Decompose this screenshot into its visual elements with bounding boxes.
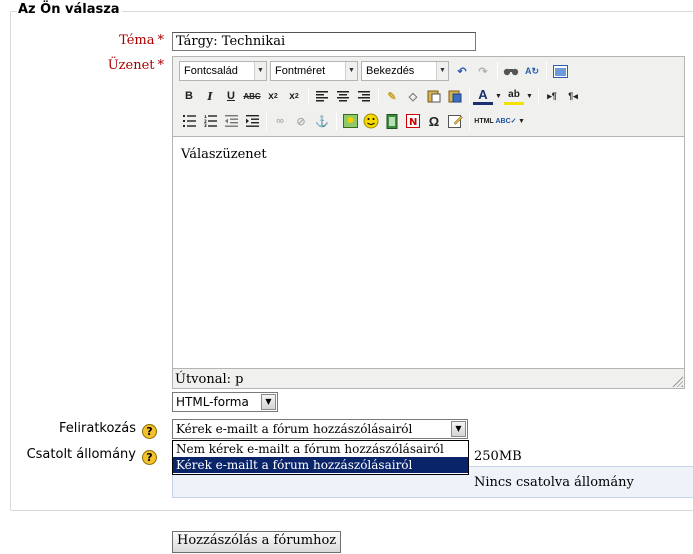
undo-icon[interactable]: ↶ bbox=[452, 61, 472, 81]
edit-icon[interactable] bbox=[445, 111, 465, 131]
redo-icon[interactable]: ↷ bbox=[473, 61, 493, 81]
toolbar-separator bbox=[469, 87, 470, 105]
message-label-text: Üzenet bbox=[107, 58, 155, 73]
toolbar-separator bbox=[266, 112, 267, 130]
subscription-option[interactable]: Nem kérek e-mailt a fórum hozzászólásair… bbox=[173, 441, 468, 457]
required-mark: * bbox=[157, 58, 165, 73]
required-mark: * bbox=[157, 33, 165, 48]
image-icon[interactable] bbox=[340, 111, 360, 131]
emoticon-icon[interactable] bbox=[361, 111, 381, 131]
font-family-label: Fontcsalád bbox=[184, 65, 238, 77]
svg-text:N: N bbox=[409, 117, 417, 128]
toolbar-separator bbox=[378, 87, 379, 105]
ltr-icon[interactable]: ▸¶ bbox=[542, 86, 562, 106]
rtl-icon[interactable]: ¶◂ bbox=[563, 86, 583, 106]
media-icon[interactable] bbox=[382, 111, 402, 131]
anchor-icon[interactable]: ⚓ bbox=[312, 111, 332, 131]
font-family-dropdown[interactable]: Fontcsalád ▼ bbox=[179, 61, 267, 81]
numbered-list-icon[interactable]: 123 bbox=[200, 111, 220, 131]
chevron-down-icon[interactable]: ▼ bbox=[525, 86, 534, 106]
subscription-select[interactable]: Kérek e-mailt a fórum hozzászólásairól ▼ bbox=[172, 419, 468, 439]
rich-text-editor: Fontcsalád ▼ Fontméret ▼ Bekezdés ▼ ↶ ↷ … bbox=[172, 56, 685, 389]
attachment-size: 250MB bbox=[474, 449, 522, 464]
attachment-empty-text: Nincs csatolva állomány bbox=[474, 475, 634, 490]
nolink-icon[interactable]: N bbox=[403, 111, 423, 131]
toolbar-separator bbox=[336, 112, 337, 130]
superscript-icon[interactable]: x2 bbox=[284, 86, 304, 106]
italic-icon[interactable]: I bbox=[200, 86, 220, 106]
clean-icon[interactable]: ✎ bbox=[382, 86, 402, 106]
align-right-icon[interactable] bbox=[354, 86, 374, 106]
paste-text-icon[interactable] bbox=[424, 86, 444, 106]
background-color-icon[interactable]: ab bbox=[504, 87, 524, 105]
unlink-icon[interactable]: ⊘ bbox=[291, 111, 311, 131]
special-char-icon[interactable]: Ω bbox=[424, 111, 444, 131]
subscription-option-selected[interactable]: Kérek e-mailt a fórum hozzászólásairól bbox=[173, 457, 468, 473]
chevron-down-icon[interactable]: ▼ bbox=[494, 86, 503, 106]
chevron-down-icon: ▼ bbox=[254, 62, 266, 80]
toolbar-separator bbox=[497, 62, 498, 80]
replace-icon[interactable]: A↻ bbox=[522, 61, 542, 81]
font-size-label: Fontméret bbox=[275, 65, 326, 77]
spellcheck-icon[interactable]: ABC✓ bbox=[495, 111, 516, 131]
toolbar-separator bbox=[546, 62, 547, 80]
toolbar-separator bbox=[308, 87, 309, 105]
format-select[interactable]: HTML-forma ▼ bbox=[172, 392, 278, 412]
chevron-down-icon[interactable]: ▼ bbox=[517, 111, 526, 131]
subject-label-text: Téma bbox=[119, 33, 155, 48]
subscription-label: Feliratkozás? bbox=[40, 421, 157, 439]
chevron-down-icon: ▼ bbox=[436, 62, 448, 80]
eraser-icon[interactable]: ◇ bbox=[403, 86, 423, 106]
format-select-value: HTML-forma bbox=[176, 395, 249, 409]
bullet-list-icon[interactable] bbox=[179, 111, 199, 131]
editor-content-area[interactable]: Válaszüzenet bbox=[173, 136, 684, 369]
subscription-label-text: Feliratkozás bbox=[59, 421, 136, 436]
indent-icon[interactable] bbox=[242, 111, 262, 131]
find-icon[interactable] bbox=[501, 61, 521, 81]
attachment-label: Csatolt állomány? bbox=[10, 447, 157, 465]
toolbar-separator bbox=[538, 87, 539, 105]
message-label: Üzenet * bbox=[90, 58, 164, 73]
svg-text:3: 3 bbox=[204, 123, 207, 127]
align-center-icon[interactable] bbox=[333, 86, 353, 106]
html-icon[interactable]: HTML bbox=[473, 111, 495, 131]
submit-button[interactable]: Hozzászólás a fórumhoz bbox=[172, 531, 342, 553]
subscription-select-value: Kérek e-mailt a fórum hozzászólásairól bbox=[176, 422, 413, 436]
chevron-down-icon: ▼ bbox=[261, 394, 276, 410]
reply-legend: Az Ön válasza bbox=[16, 2, 122, 17]
help-icon[interactable]: ? bbox=[142, 450, 157, 465]
font-size-dropdown[interactable]: Fontméret ▼ bbox=[270, 61, 358, 81]
toolbar-separator bbox=[469, 112, 470, 130]
subject-input[interactable]: Tárgy: Technikai bbox=[172, 32, 476, 51]
chevron-down-icon: ▼ bbox=[451, 421, 466, 437]
editor-content-text: Válaszüzenet bbox=[181, 147, 267, 162]
resize-grip-icon[interactable] bbox=[672, 376, 683, 387]
chevron-down-icon: ▼ bbox=[345, 62, 357, 80]
bold-icon[interactable]: B bbox=[179, 86, 199, 106]
format-dropdown[interactable]: Bekezdés ▼ bbox=[361, 61, 449, 81]
fullscreen-icon[interactable] bbox=[550, 61, 570, 81]
subscription-dropdown-list: Nem kérek e-mailt a fórum hozzászólásair… bbox=[172, 440, 469, 475]
outdent-icon[interactable] bbox=[221, 111, 241, 131]
subject-label: Téma * bbox=[100, 33, 164, 48]
align-left-icon[interactable] bbox=[312, 86, 332, 106]
link-icon[interactable]: ∞ bbox=[270, 111, 290, 131]
editor-path: Útvonal: p bbox=[175, 372, 244, 387]
underline-icon[interactable]: U bbox=[221, 86, 241, 106]
toolbar-row-3: 123 ∞ ⊘ ⚓ N Ω HTML ABC✓ ▼ bbox=[179, 110, 527, 132]
paste-word-icon[interactable] bbox=[445, 86, 465, 106]
strikethrough-icon[interactable]: ABC bbox=[242, 86, 262, 106]
format-label: Bekezdés bbox=[366, 65, 415, 77]
toolbar-row-1: Fontcsalád ▼ Fontméret ▼ Bekezdés ▼ ↶ ↷ … bbox=[179, 60, 571, 82]
help-icon[interactable]: ? bbox=[142, 424, 157, 439]
attachment-label-text: Csatolt állomány bbox=[26, 447, 136, 462]
text-color-icon[interactable]: A bbox=[473, 87, 493, 105]
subscript-icon[interactable]: x2 bbox=[263, 86, 283, 106]
toolbar-row-2: B I U ABC x2 x2 ✎ ◇ A ▼ ab ▼ ▸¶ ¶◂ bbox=[179, 85, 584, 107]
